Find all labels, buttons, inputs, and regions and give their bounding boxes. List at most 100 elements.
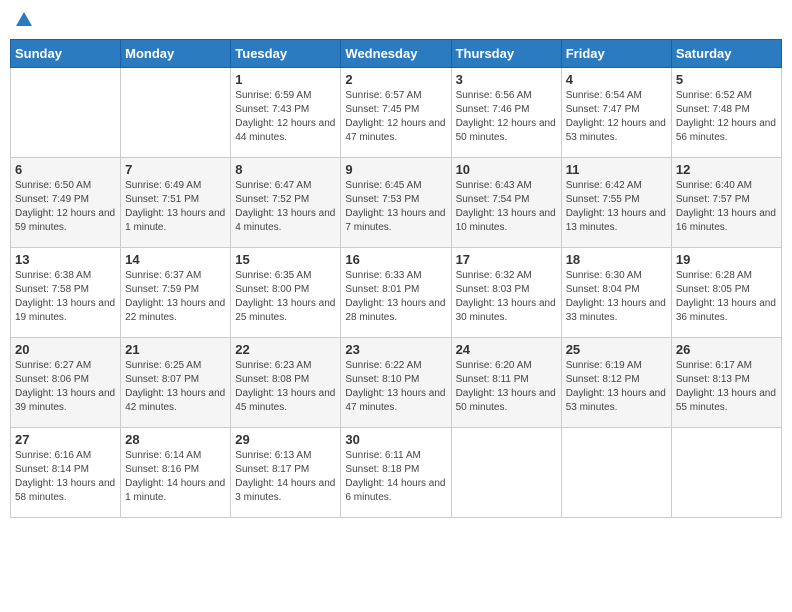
day-info: Sunrise: 6:27 AM Sunset: 8:06 PM Dayligh… [15,359,116,415]
calendar-cell: 16 Sunrise: 6:33 AM Sunset: 8:01 PM Dayli… [341,248,451,338]
calendar-table: SundayMondayTuesdayWednesdayThursdayFrid… [10,39,782,518]
day-info: Sunrise: 6:52 AM Sunset: 7:48 PM Dayligh… [676,89,777,145]
day-info: Sunrise: 6:57 AM Sunset: 7:45 PM Dayligh… [345,89,446,145]
calendar-cell: 1 Sunrise: 6:59 AM Sunset: 7:43 PM Daylig… [231,68,341,158]
calendar-cell: 17 Sunrise: 6:32 AM Sunset: 8:03 PM Dayli… [451,248,561,338]
calendar-cell [561,428,671,518]
day-info: Sunrise: 6:17 AM Sunset: 8:13 PM Dayligh… [676,359,777,415]
day-info: Sunrise: 6:30 AM Sunset: 8:04 PM Dayligh… [566,269,667,325]
day-number: 23 [345,342,446,357]
calendar-cell: 15 Sunrise: 6:35 AM Sunset: 8:00 PM Dayli… [231,248,341,338]
day-number: 5 [676,72,777,87]
day-info: Sunrise: 6:50 AM Sunset: 7:49 PM Dayligh… [15,179,116,235]
weekday-header-sunday: Sunday [11,40,121,68]
day-info: Sunrise: 6:11 AM Sunset: 8:18 PM Dayligh… [345,449,446,505]
calendar-cell: 26 Sunrise: 6:17 AM Sunset: 8:13 PM Dayli… [671,338,781,428]
day-info: Sunrise: 6:56 AM Sunset: 7:46 PM Dayligh… [456,89,557,145]
calendar-cell: 25Sunrise: 6:19 AM Sunset: 8:12 PM Dayli… [561,338,671,428]
week-row-2: 6Sunrise: 6:50 AM Sunset: 7:49 PM Daylig… [11,158,782,248]
day-info: Sunrise: 6:35 AM Sunset: 8:00 PM Dayligh… [235,269,336,325]
day-info: Sunrise: 6:23 AM Sunset: 8:08 PM Dayligh… [235,359,336,415]
calendar-cell: 20 Sunrise: 6:27 AM Sunset: 8:06 PM Dayli… [11,338,121,428]
calendar-cell: 23 Sunrise: 6:22 AM Sunset: 8:10 PM Dayli… [341,338,451,428]
day-info: Sunrise: 6:33 AM Sunset: 8:01 PM Dayligh… [345,269,446,325]
calendar-cell: 27Sunrise: 6:16 AM Sunset: 8:14 PM Dayli… [11,428,121,518]
day-number: 16 [345,252,446,267]
day-number: 26 [676,342,777,357]
day-number: 3 [456,72,557,87]
day-info: Sunrise: 6:13 AM Sunset: 8:17 PM Dayligh… [235,449,336,505]
weekday-header-tuesday: Tuesday [231,40,341,68]
calendar-cell [121,68,231,158]
calendar-cell: 14Sunrise: 6:37 AM Sunset: 7:59 PM Dayli… [121,248,231,338]
calendar-cell [11,68,121,158]
calendar-cell: 4 Sunrise: 6:54 AM Sunset: 7:47 PM Daylig… [561,68,671,158]
calendar-cell: 2Sunrise: 6:57 AM Sunset: 7:45 PM Daylig… [341,68,451,158]
day-number: 29 [235,432,336,447]
day-number: 24 [456,342,557,357]
day-info: Sunrise: 6:16 AM Sunset: 8:14 PM Dayligh… [15,449,116,505]
day-number: 11 [566,162,667,177]
day-info: Sunrise: 6:47 AM Sunset: 7:52 PM Dayligh… [235,179,336,235]
week-row-5: 27Sunrise: 6:16 AM Sunset: 8:14 PM Dayli… [11,428,782,518]
day-number: 9 [345,162,446,177]
calendar-cell: 19 Sunrise: 6:28 AM Sunset: 8:05 PM Dayli… [671,248,781,338]
calendar-cell: 5 Sunrise: 6:52 AM Sunset: 7:48 PM Daylig… [671,68,781,158]
weekday-header-wednesday: Wednesday [341,40,451,68]
logo [14,10,34,35]
weekday-header-saturday: Saturday [671,40,781,68]
day-number: 18 [566,252,667,267]
day-number: 30 [345,432,446,447]
calendar-cell [451,428,561,518]
week-row-4: 20 Sunrise: 6:27 AM Sunset: 8:06 PM Dayli… [11,338,782,428]
day-number: 21 [125,342,226,357]
day-info: Sunrise: 6:45 AM Sunset: 7:53 PM Dayligh… [345,179,446,235]
day-info: Sunrise: 6:42 AM Sunset: 7:55 PM Dayligh… [566,179,667,235]
day-info: Sunrise: 6:28 AM Sunset: 8:05 PM Dayligh… [676,269,777,325]
day-number: 17 [456,252,557,267]
day-number: 22 [235,342,336,357]
day-number: 19 [676,252,777,267]
page-header [10,10,782,35]
day-number: 7 [125,162,226,177]
day-number: 8 [235,162,336,177]
day-info: Sunrise: 6:37 AM Sunset: 7:59 PM Dayligh… [125,269,226,325]
weekday-header-row: SundayMondayTuesdayWednesdayThursdayFrid… [11,40,782,68]
weekday-header-friday: Friday [561,40,671,68]
day-info: Sunrise: 6:14 AM Sunset: 8:16 PM Dayligh… [125,449,226,505]
calendar-cell: 21 Sunrise: 6:25 AM Sunset: 8:07 PM Dayli… [121,338,231,428]
day-info: Sunrise: 6:32 AM Sunset: 8:03 PM Dayligh… [456,269,557,325]
day-number: 13 [15,252,116,267]
calendar-cell: 22 Sunrise: 6:23 AM Sunset: 8:08 PM Dayli… [231,338,341,428]
day-number: 25 [566,342,667,357]
day-info: Sunrise: 6:54 AM Sunset: 7:47 PM Dayligh… [566,89,667,145]
day-number: 15 [235,252,336,267]
day-number: 28 [125,432,226,447]
week-row-1: 1 Sunrise: 6:59 AM Sunset: 7:43 PM Daylig… [11,68,782,158]
day-number: 1 [235,72,336,87]
calendar-cell: 9 Sunrise: 6:45 AM Sunset: 7:53 PM Daylig… [341,158,451,248]
day-info: Sunrise: 6:25 AM Sunset: 8:07 PM Dayligh… [125,359,226,415]
day-info: Sunrise: 6:20 AM Sunset: 8:11 PM Dayligh… [456,359,557,415]
day-number: 20 [15,342,116,357]
day-info: Sunrise: 6:22 AM Sunset: 8:10 PM Dayligh… [345,359,446,415]
calendar-cell: 18 Sunrise: 6:30 AM Sunset: 8:04 PM Dayli… [561,248,671,338]
calendar-cell: 12Sunrise: 6:40 AM Sunset: 7:57 PM Dayli… [671,158,781,248]
day-info: Sunrise: 6:38 AM Sunset: 7:58 PM Dayligh… [15,269,116,325]
calendar-cell: 24 Sunrise: 6:20 AM Sunset: 8:11 PM Dayli… [451,338,561,428]
logo-icon [14,10,34,30]
calendar-cell: 6Sunrise: 6:50 AM Sunset: 7:49 PM Daylig… [11,158,121,248]
logo-text [14,10,34,35]
calendar-cell: 11 Sunrise: 6:42 AM Sunset: 7:55 PM Dayli… [561,158,671,248]
calendar-cell: 28 Sunrise: 6:14 AM Sunset: 8:16 PM Dayli… [121,428,231,518]
weekday-header-thursday: Thursday [451,40,561,68]
calendar-cell: 30 Sunrise: 6:11 AM Sunset: 8:18 PM Dayli… [341,428,451,518]
day-info: Sunrise: 6:59 AM Sunset: 7:43 PM Dayligh… [235,89,336,145]
calendar-cell: 13 Sunrise: 6:38 AM Sunset: 7:58 PM Dayli… [11,248,121,338]
day-info: Sunrise: 6:40 AM Sunset: 7:57 PM Dayligh… [676,179,777,235]
weekday-header-monday: Monday [121,40,231,68]
day-info: Sunrise: 6:43 AM Sunset: 7:54 PM Dayligh… [456,179,557,235]
calendar-cell: 10Sunrise: 6:43 AM Sunset: 7:54 PM Dayli… [451,158,561,248]
calendar-cell: 29 Sunrise: 6:13 AM Sunset: 8:17 PM Dayli… [231,428,341,518]
day-number: 4 [566,72,667,87]
